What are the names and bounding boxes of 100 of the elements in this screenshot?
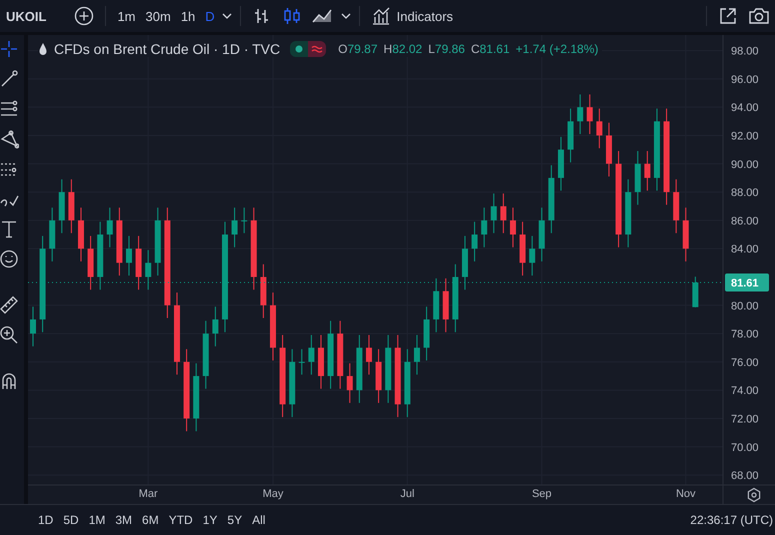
range-button[interactable]: 3M xyxy=(111,511,136,529)
settings-icon[interactable] xyxy=(748,488,760,502)
candlestick xyxy=(481,207,488,248)
range-button[interactable]: 1Y xyxy=(198,511,222,529)
chart-icon xyxy=(370,6,391,26)
candlestick xyxy=(520,221,526,276)
price-tick-label: 74.00 xyxy=(731,385,759,398)
price-tick-label: 78.00 xyxy=(731,328,759,341)
range-button[interactable]: 5Y xyxy=(223,511,246,529)
candlestick xyxy=(529,235,536,276)
candlestick xyxy=(30,306,36,347)
drawing-tool-button[interactable] xyxy=(0,325,19,345)
date-tick-label: Mar xyxy=(138,488,158,500)
ohlc-value: H82.02 xyxy=(384,42,422,56)
candlestick xyxy=(586,94,593,135)
candlestick xyxy=(289,348,296,418)
candlestick xyxy=(260,264,266,319)
candlestick xyxy=(78,207,84,262)
interval-button[interactable]: 1m xyxy=(112,6,141,26)
candlestick xyxy=(97,221,104,290)
candlestick xyxy=(385,334,392,404)
drawing-tool-button[interactable] xyxy=(0,69,19,89)
candlestick xyxy=(145,250,152,290)
candlestick xyxy=(106,207,113,248)
candlestick xyxy=(558,136,564,192)
price-tick-label: 96.00 xyxy=(731,74,759,86)
price-tick-label: 98.00 xyxy=(731,46,759,58)
candlestick xyxy=(308,334,314,376)
symbol-search-button[interactable]: UKOIL xyxy=(6,6,52,26)
candlestick xyxy=(328,320,334,390)
candlestick xyxy=(376,348,382,404)
range-button[interactable]: 1D xyxy=(34,511,58,529)
candlestick xyxy=(424,306,430,361)
text-icon xyxy=(0,219,19,239)
range-button[interactable]: 5D xyxy=(59,511,83,529)
price-tick-label: 88.00 xyxy=(731,187,759,200)
candlestick xyxy=(442,278,449,333)
wave-icon xyxy=(308,41,326,57)
candlestick xyxy=(136,235,142,290)
candlestick xyxy=(568,108,574,163)
candlestick xyxy=(404,348,410,418)
price-change: +1.74 (+2.18%) xyxy=(516,42,598,56)
symbol-title: CFDs on Brent Crude Oil · 1D · TVC xyxy=(54,41,280,57)
candlestick xyxy=(606,122,612,177)
range-button[interactable]: 1M xyxy=(84,511,110,529)
candlestick xyxy=(644,150,650,192)
candlestick xyxy=(634,150,641,206)
price-tick-label: 80.00 xyxy=(731,300,759,312)
candlestick xyxy=(433,278,440,333)
price-tick-label: 94.00 xyxy=(731,102,759,114)
ruler-icon xyxy=(0,295,19,315)
date-tick-label: May xyxy=(262,488,284,500)
candlestick xyxy=(596,108,602,149)
candlestick xyxy=(58,178,65,234)
range-button[interactable]: 6M xyxy=(138,511,163,529)
indicators-button[interactable]: Indicators xyxy=(366,4,458,28)
candlestick xyxy=(692,276,698,308)
candlestick xyxy=(346,362,353,404)
camera-icon xyxy=(748,6,770,26)
candlestick xyxy=(673,178,680,234)
candlestick xyxy=(452,264,458,333)
candlestick xyxy=(548,164,554,234)
candlestick xyxy=(154,207,161,276)
candlestick xyxy=(202,320,209,390)
interval-button[interactable]: 30m xyxy=(140,6,176,26)
price-tick-label: 84.00 xyxy=(731,244,759,256)
candlestick xyxy=(232,207,238,248)
candlestick xyxy=(577,94,584,135)
range-button[interactable]: YTD xyxy=(164,511,197,529)
candlestick xyxy=(126,235,132,276)
candlestick xyxy=(241,207,248,234)
candlestick xyxy=(500,193,506,234)
zoom-icon xyxy=(0,325,19,345)
candlestick xyxy=(356,334,362,404)
date-tick-label: Sep xyxy=(532,488,552,500)
candlestick xyxy=(472,221,478,262)
candlestick xyxy=(298,348,305,376)
drawing-tool-button[interactable] xyxy=(0,219,19,239)
drawing-tool-button[interactable] xyxy=(0,129,19,149)
candlestick xyxy=(462,235,468,290)
candlestick xyxy=(193,362,200,432)
ohlc-value: L79.86 xyxy=(428,42,465,56)
share-icon xyxy=(718,6,738,26)
candlestick-icon xyxy=(282,6,302,26)
price-tick-label: 72.00 xyxy=(731,414,759,426)
date-tick-label: Jul xyxy=(400,488,414,500)
drawing-tool-button[interactable] xyxy=(0,295,19,315)
smiley-icon xyxy=(0,249,19,269)
range-button[interactable]: All xyxy=(248,511,270,529)
price-tick-label: 90.00 xyxy=(731,158,759,171)
candlestick xyxy=(318,334,324,390)
candlestick xyxy=(68,178,74,234)
drawing-tool-button[interactable] xyxy=(0,249,19,269)
candlestick xyxy=(88,235,94,290)
interval-button[interactable]: 1h xyxy=(176,6,200,26)
price-tick-label: 86.00 xyxy=(731,215,759,228)
interval-button[interactable]: D xyxy=(200,6,220,26)
candlestick xyxy=(510,207,516,248)
ohlc-value: O79.87 xyxy=(338,42,378,56)
date-tick-label: Nov xyxy=(676,488,696,500)
